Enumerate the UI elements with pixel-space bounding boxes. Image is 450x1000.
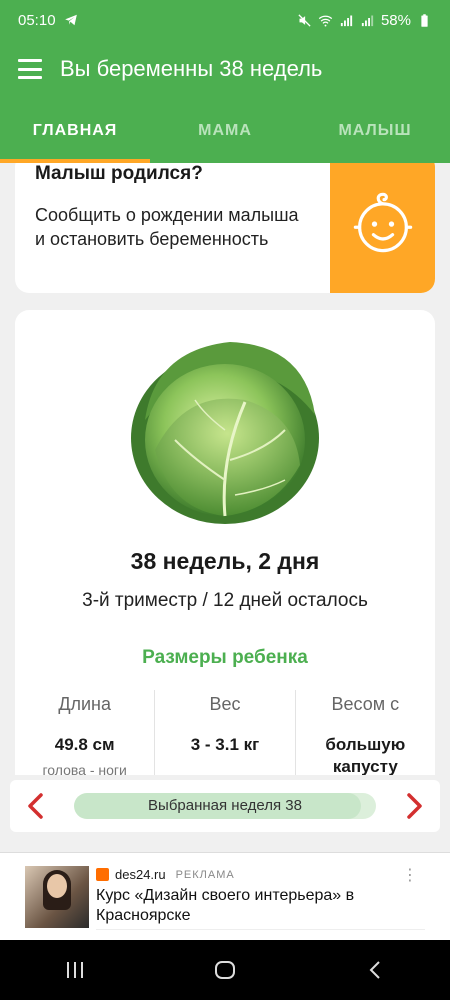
status-bar: 05:10 58% xyxy=(0,0,450,40)
chevron-left-icon xyxy=(28,793,43,819)
ad-image xyxy=(25,866,89,928)
page-title: Вы беременны 38 недель xyxy=(60,56,323,81)
previous-week-button[interactable] xyxy=(10,780,62,832)
telegram-icon xyxy=(64,14,77,26)
status-time: 05:10 xyxy=(18,11,56,29)
week-navigator: Выбранная неделя 38 xyxy=(10,780,440,832)
ad-source-domain: des24.ru xyxy=(115,867,166,882)
baby-born-button[interactable] xyxy=(330,163,435,293)
baby-born-text: Малыш родился? Сообщить о рождении малыш… xyxy=(15,163,330,293)
recent-apps-button[interactable] xyxy=(45,950,105,990)
stat-weight-value: 3 - 3.1 кг xyxy=(190,735,260,754)
stat-length-sub: голова - ноги xyxy=(42,762,127,775)
baby-sizes-title: Размеры ребенка xyxy=(142,647,308,668)
back-icon xyxy=(369,961,380,979)
ad-tag: РЕКЛАМА xyxy=(175,868,235,881)
ad-divider xyxy=(96,929,425,930)
ad-more-icon[interactable]: ⋮ xyxy=(402,865,418,885)
hamburger-menu-icon[interactable] xyxy=(18,59,42,79)
home-icon xyxy=(215,961,235,979)
tab-baby[interactable]: МАЛЫШ xyxy=(300,98,450,163)
battery-percent: 58% xyxy=(380,11,411,29)
ad-source: des24.ru РЕКЛАМА xyxy=(96,867,235,882)
tab-bar: ГЛАВНАЯ МАМА МАЛЫШ xyxy=(0,98,450,163)
wifi-icon xyxy=(318,15,333,26)
baby-stats: Длина 49.8 см голова - ноги Вес 3 - 3.1 … xyxy=(15,690,435,775)
recent-apps-icon xyxy=(67,962,83,978)
tab-mom[interactable]: МАМА xyxy=(150,98,300,163)
tab-main[interactable]: ГЛАВНАЯ xyxy=(0,98,150,163)
stat-weight-label: Вес xyxy=(209,694,241,714)
back-button[interactable] xyxy=(345,950,405,990)
signal-2-icon xyxy=(361,15,374,26)
ad-source-logo-icon xyxy=(96,868,109,881)
baby-born-card[interactable]: Малыш родился? Сообщить о рождении малыш… xyxy=(15,163,435,293)
mute-icon xyxy=(298,13,311,27)
week-card: 38 недель, 2 дня 3-й триместр / 12 дней … xyxy=(15,310,435,775)
ad-banner[interactable]: des24.ru РЕКЛАМА Курс «Дизайн своего инт… xyxy=(0,852,450,940)
status-icons: 58% xyxy=(297,12,432,29)
chevron-right-icon xyxy=(407,793,422,819)
week-title: 38 недель, 2 дня xyxy=(130,548,320,574)
cabbage-image xyxy=(131,342,319,524)
week-progress-bar[interactable]: Выбранная неделя 38 xyxy=(74,793,376,819)
signal-icon xyxy=(340,15,353,26)
next-week-button[interactable] xyxy=(388,780,440,832)
baby-born-description: Сообщить о рождении малыша и остановить … xyxy=(35,205,299,249)
stat-size-compare-label: Весом с xyxy=(331,694,400,714)
stat-length-value: 49.8 см xyxy=(54,735,115,754)
stat-size-compare-value: большую капусту xyxy=(325,735,406,775)
battery-icon xyxy=(421,13,428,27)
stat-length: Длина 49.8 см голова - ноги xyxy=(15,690,154,775)
ad-title: Курс «Дизайн своего интерьера» в Красноя… xyxy=(96,887,355,924)
stat-size-compare: Весом с большую капусту xyxy=(294,690,435,775)
baby-face-icon xyxy=(353,192,412,253)
system-nav-bar xyxy=(0,940,450,1000)
stat-length-label: Длина xyxy=(58,694,112,714)
home-button[interactable] xyxy=(195,950,255,990)
baby-born-title: Малыш родился? xyxy=(35,163,203,184)
trimester-text: 3-й триместр / 12 дней осталось xyxy=(82,590,368,611)
selected-week-label: Выбранная неделя 38 xyxy=(148,797,302,814)
stat-weight: Вес 3 - 3.1 кг xyxy=(154,690,294,775)
app-bar: Вы беременны 38 недель xyxy=(0,40,450,98)
main-scroll[interactable]: Малыш родился? Сообщить о рождении малыш… xyxy=(0,163,450,775)
